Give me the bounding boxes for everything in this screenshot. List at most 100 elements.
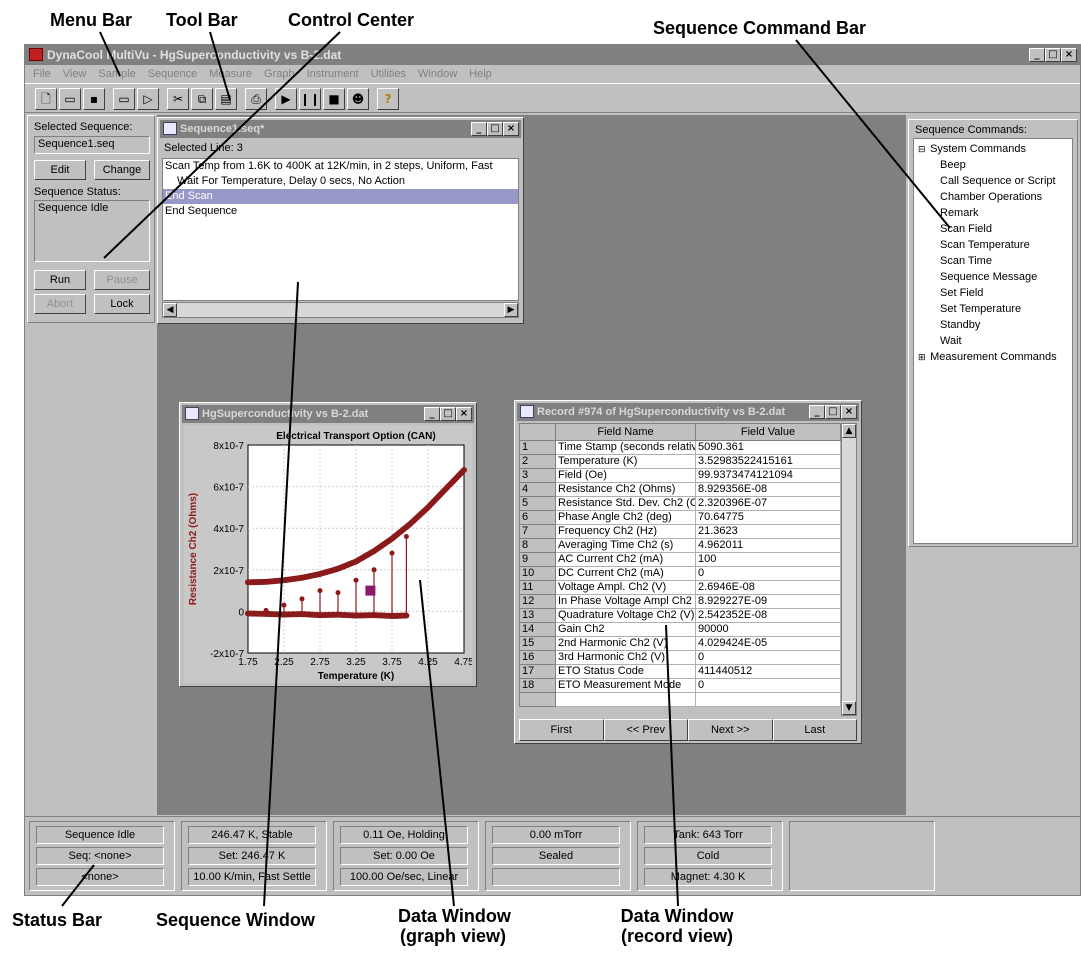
field-name-cell[interactable]: Gain Ch2: [555, 622, 696, 637]
menu-window[interactable]: Window: [412, 65, 463, 83]
table-row[interactable]: 11 Voltage Ampl. Ch2 (V) 2.6946E-08: [519, 580, 841, 595]
close-icon[interactable]: ×: [841, 405, 857, 419]
tree-node-command[interactable]: Call Sequence or Script: [914, 173, 1072, 189]
field-name-cell[interactable]: ETO Status Code: [555, 664, 696, 679]
scroll-right-icon[interactable]: ▶: [504, 303, 518, 317]
field-name-cell[interactable]: 3rd Harmonic Ch2 (V): [555, 650, 696, 665]
horizontal-scrollbar[interactable]: ◀ ▶: [162, 302, 519, 318]
sequence-line[interactable]: Wait For Temperature, Delay 0 secs, No A…: [163, 174, 518, 189]
print-icon[interactable]: ⎙: [245, 88, 267, 110]
scroll-left-icon[interactable]: ◀: [163, 303, 177, 317]
field-value-cell[interactable]: 90000: [695, 622, 841, 637]
tree-node-command[interactable]: Beep: [914, 157, 1072, 173]
new-file-icon[interactable]: 🗋: [35, 88, 57, 110]
row-number-cell[interactable]: 4: [519, 482, 556, 497]
table-row[interactable]: 3 Field (Oe) 99.9373474121094: [519, 468, 841, 483]
expand-icon[interactable]: ⊞: [918, 350, 927, 366]
copy-icon[interactable]: ⧉: [191, 88, 213, 110]
field-name-cell[interactable]: Field (Oe): [555, 468, 696, 483]
table-row[interactable]: 4 Resistance Ch2 (Ohms) 8.929356E-08: [519, 482, 841, 497]
row-number-cell[interactable]: 17: [519, 664, 556, 679]
field-name-cell[interactable]: Time Stamp (seconds relativ: [555, 440, 696, 455]
row-number-cell[interactable]: 15: [519, 636, 556, 651]
minimize-icon[interactable]: _: [809, 405, 825, 419]
field-name-cell[interactable]: Resistance Std. Dev. Ch2 (C: [555, 496, 696, 511]
tree-node-command[interactable]: Set Temperature: [914, 301, 1072, 317]
field-name-cell[interactable]: Voltage Ampl. Ch2 (V): [555, 580, 696, 595]
help-icon[interactable]: ?: [377, 88, 399, 110]
field-name-cell[interactable]: AC Current Ch2 (mA): [555, 552, 696, 567]
field-value-cell[interactable]: 21.3623: [695, 524, 841, 539]
close-icon[interactable]: ×: [503, 122, 519, 136]
field-value-cell[interactable]: 5090.361: [695, 440, 841, 455]
tree-node-system-commands[interactable]: ⊟ System Commands: [914, 141, 1072, 157]
scroll-up-icon[interactable]: ▲: [842, 424, 856, 438]
field-name-cell[interactable]: In Phase Voltage Ampl Ch2 (: [555, 594, 696, 609]
close-icon[interactable]: ×: [456, 407, 472, 421]
field-name-cell[interactable]: 2nd Harmonic Ch2 (V): [555, 636, 696, 651]
cut-icon[interactable]: ✂: [167, 88, 189, 110]
close-icon[interactable]: ×: [1061, 48, 1077, 62]
table-row[interactable]: 17 ETO Status Code 411440512: [519, 664, 841, 679]
row-number-cell[interactable]: 13: [519, 608, 556, 623]
field-value-cell[interactable]: 8.929356E-08: [695, 482, 841, 497]
tree-node-command[interactable]: Standby: [914, 317, 1072, 333]
minimize-icon[interactable]: _: [1029, 48, 1045, 62]
table-row[interactable]: 5 Resistance Std. Dev. Ch2 (C 2.320396E-07: [519, 496, 841, 511]
open-sequence-icon[interactable]: ▭: [113, 88, 135, 110]
abort-button[interactable]: Abort: [34, 294, 86, 314]
sequence-line-selected[interactable]: End Scan: [163, 189, 518, 204]
field-value-cell[interactable]: 4.029424E-05: [695, 636, 841, 651]
field-value-cell[interactable]: 0: [695, 650, 841, 665]
row-number-cell[interactable]: 16: [519, 650, 556, 665]
tree-node-command[interactable]: Set Field: [914, 285, 1072, 301]
row-number-cell[interactable]: 3: [519, 468, 556, 483]
field-name-cell[interactable]: Averaging Time Ch2 (s): [555, 538, 696, 553]
edit-button[interactable]: Edit: [34, 160, 86, 180]
field-value-cell[interactable]: 2.320396E-07: [695, 496, 841, 511]
row-number-cell[interactable]: 18: [519, 678, 556, 693]
row-number-cell[interactable]: 10: [519, 566, 556, 581]
field-value-cell[interactable]: 4.962011: [695, 538, 841, 553]
table-row[interactable]: 8 Averaging Time Ch2 (s) 4.962011: [519, 538, 841, 553]
field-name-cell[interactable]: Resistance Ch2 (Ohms): [555, 482, 696, 497]
table-row[interactable]: 6 Phase Angle Ch2 (deg) 70.64775: [519, 510, 841, 525]
abort-icon[interactable]: ☻: [347, 88, 369, 110]
field-name-cell[interactable]: Temperature (K): [555, 454, 696, 469]
table-row[interactable]: 1 Time Stamp (seconds relativ 5090.361: [519, 440, 841, 455]
menu-utilities[interactable]: Utilities: [365, 65, 412, 83]
table-row[interactable]: 13 Quadrature Voltage Ch2 (V) 2.542352E-08: [519, 608, 841, 623]
menu-sample[interactable]: Sample: [92, 65, 141, 83]
field-value-cell[interactable]: 100: [695, 552, 841, 567]
field-value-cell[interactable]: 3.52983522415161: [695, 454, 841, 469]
maximize-icon[interactable]: □: [440, 407, 456, 421]
field-name-cell[interactable]: Phase Angle Ch2 (deg): [555, 510, 696, 525]
field-value-cell[interactable]: 99.9373474121094: [695, 468, 841, 483]
row-number-cell[interactable]: 6: [519, 510, 556, 525]
vertical-scrollbar[interactable]: ▲ ▼: [841, 423, 857, 716]
field-name-cell[interactable]: ETO Measurement Mode: [555, 678, 696, 693]
collapse-icon[interactable]: ⊟: [918, 142, 927, 158]
run-sequence-icon[interactable]: ▷: [137, 88, 159, 110]
table-row[interactable]: 12 In Phase Voltage Ampl Ch2 (8.929227E-0…: [519, 594, 841, 609]
tree-node-command[interactable]: Chamber Operations: [914, 189, 1072, 205]
row-number-cell[interactable]: 5: [519, 496, 556, 511]
last-record-button[interactable]: Last: [772, 719, 857, 741]
field-name-cell[interactable]: Frequency Ch2 (Hz): [555, 524, 696, 539]
sequence-line[interactable]: End Sequence: [163, 204, 518, 219]
stop-icon[interactable]: ■: [323, 88, 345, 110]
maximize-icon[interactable]: □: [1045, 48, 1061, 62]
table-row[interactable]: 2 Temperature (K) 3.52983522415161: [519, 454, 841, 469]
row-number-cell[interactable]: 9: [519, 552, 556, 567]
field-value-cell[interactable]: 0: [695, 566, 841, 581]
table-row[interactable]: 9 AC Current Ch2 (mA) 100: [519, 552, 841, 567]
maximize-icon[interactable]: □: [487, 122, 503, 136]
tree-node-command[interactable]: Remark: [914, 205, 1072, 221]
tree-node-command[interactable]: Scan Temperature: [914, 237, 1072, 253]
menu-file[interactable]: File: [27, 65, 57, 83]
next-record-button[interactable]: Next >>: [688, 719, 773, 741]
tree-node-measurement-commands[interactable]: ⊞ Measurement Commands: [914, 349, 1072, 365]
field-value-cell[interactable]: 8.929227E-09: [695, 594, 841, 609]
maximize-icon[interactable]: □: [825, 405, 841, 419]
menu-sequence[interactable]: Sequence: [142, 65, 204, 83]
